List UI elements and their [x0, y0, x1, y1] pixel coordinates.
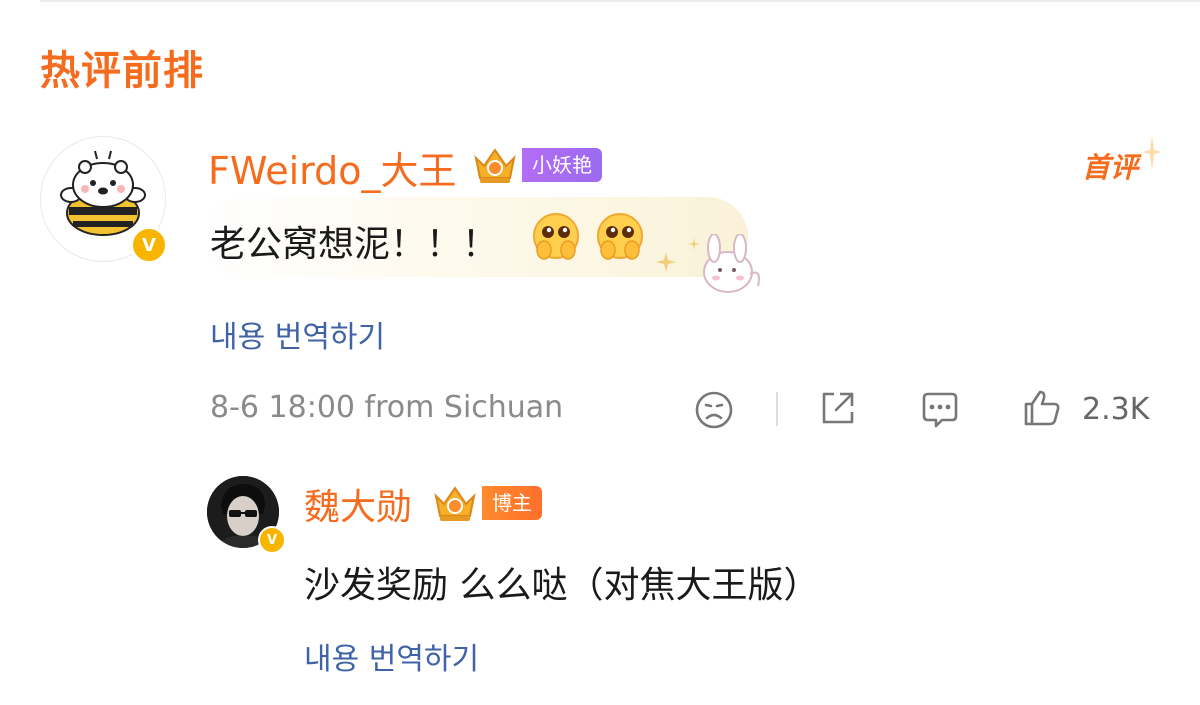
- author-tag: 博主: [482, 486, 542, 520]
- comment-icon[interactable]: [918, 388, 962, 432]
- translate-link[interactable]: 내용 번역하기: [210, 312, 385, 356]
- like-count: 2.3K: [1082, 392, 1150, 427]
- like-icon[interactable]: [1020, 386, 1064, 430]
- crown-icon: [434, 486, 476, 521]
- comment-timestamp: 8-6 18:00: [210, 390, 355, 425]
- comment-meta: 8-6 18:00 from Sichuan: [210, 390, 563, 425]
- verified-badge-icon: V: [258, 526, 286, 554]
- comment-author-name[interactable]: FWeirdo_大王: [208, 140, 456, 195]
- fan-group-tag[interactable]: 小妖艳: [522, 148, 602, 182]
- verified-badge-icon: V: [130, 226, 168, 264]
- share-icon[interactable]: [816, 386, 860, 430]
- dislike-icon[interactable]: [692, 388, 736, 432]
- reply-author-name[interactable]: 魏大勋: [304, 478, 412, 530]
- reply-text: 沙发奖励 么么哒（对焦大王版）: [304, 565, 820, 606]
- translate-link[interactable]: 내용 번역하기: [304, 634, 479, 678]
- pleading-face-icon: [533, 213, 579, 260]
- comment-text: 老公窝想泥！！！: [210, 224, 499, 265]
- section-title: 热评前排: [40, 48, 204, 94]
- action-divider: [776, 392, 778, 426]
- pleading-face-icon: [597, 213, 643, 260]
- crown-icon: [474, 148, 516, 183]
- comment-location: from Sichuan: [364, 390, 564, 425]
- top-divider: [40, 0, 1200, 2]
- hot-comments-panel: 热评前排 V FWeirdo_大王 小妖艳 首评 老公窝想泥！！！ 내용 번역하…: [0, 0, 1200, 705]
- sparkle-icon: [1142, 136, 1162, 170]
- first-comment-badge: 首评: [1082, 151, 1139, 184]
- bunny-sticker-icon: [656, 234, 760, 293]
